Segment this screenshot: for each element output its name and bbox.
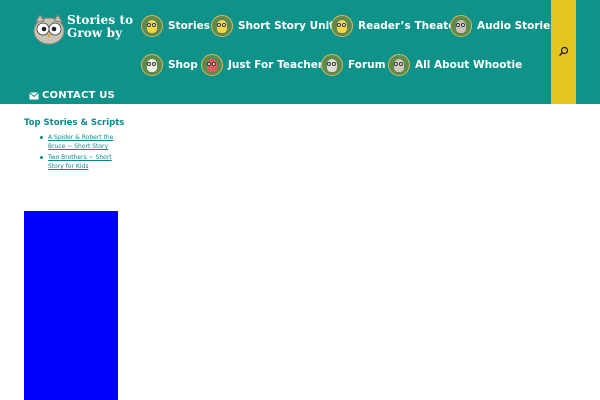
- nav-item-label: Shop: [168, 59, 198, 71]
- nav-item-label: Short Story Units: [238, 20, 341, 32]
- owl-yellow-icon: [211, 15, 233, 37]
- owl-yellow-icon: [141, 15, 163, 37]
- site-logo[interactable]: Stories to Grow by: [32, 13, 133, 47]
- list-item-link[interactable]: Two Brothers ~ Short Story for Kids: [40, 153, 115, 171]
- nav-item-label: Forum: [348, 59, 386, 71]
- nav-item-label: All About Whootie: [415, 59, 523, 71]
- nav-item-label: Stories: [168, 20, 210, 32]
- owl-white-icon: [141, 54, 163, 76]
- search-button[interactable]: [551, 0, 576, 104]
- site-header: Stories to Grow by Stories Short Story U…: [0, 0, 600, 104]
- nav-item-stories[interactable]: Stories: [141, 13, 210, 39]
- nav-item-just-for-teachers[interactable]: Just For Teachers: [201, 52, 329, 78]
- nav-item-all-about-whootie[interactable]: All About Whootie: [388, 52, 522, 78]
- mail-icon: [29, 91, 39, 99]
- nav-item-readers-theater[interactable]: Reader’s Theater: [331, 13, 461, 39]
- nav-item-label: Audio Stories: [477, 20, 557, 32]
- owl-red-icon: [201, 54, 223, 76]
- nav-item-audio-stories[interactable]: Audio Stories: [450, 13, 557, 39]
- contact-us-link[interactable]: CONTACT US: [29, 90, 115, 101]
- owl-gray-icon: [388, 54, 410, 76]
- logo-text: Stories to Grow by: [67, 13, 134, 40]
- nav-item-short-story-units[interactable]: Short Story Units: [211, 13, 340, 39]
- contact-us-label: CONTACT US: [42, 90, 115, 101]
- owl-gray-icon: [321, 54, 343, 76]
- owl-gray-icon: [450, 15, 472, 37]
- nav-item-label: Just For Teachers: [228, 59, 330, 71]
- widget-title: Top Stories & Scripts: [24, 118, 125, 128]
- search-icon: [559, 46, 569, 56]
- top-stories-list: A Spider & Robert the Bruce ~ Short Stor…: [40, 133, 115, 173]
- nav-item-label: Reader’s Theater: [358, 20, 461, 32]
- nav-item-forum[interactable]: Forum: [321, 52, 386, 78]
- owl-logo-icon: [33, 14, 65, 45]
- ad-placeholder[interactable]: [24, 211, 118, 400]
- nav-item-shop[interactable]: Shop: [141, 52, 198, 78]
- list-item-link[interactable]: A Spider & Robert the Bruce ~ Short Stor…: [40, 133, 115, 151]
- owl-yellow-icon: [331, 15, 353, 37]
